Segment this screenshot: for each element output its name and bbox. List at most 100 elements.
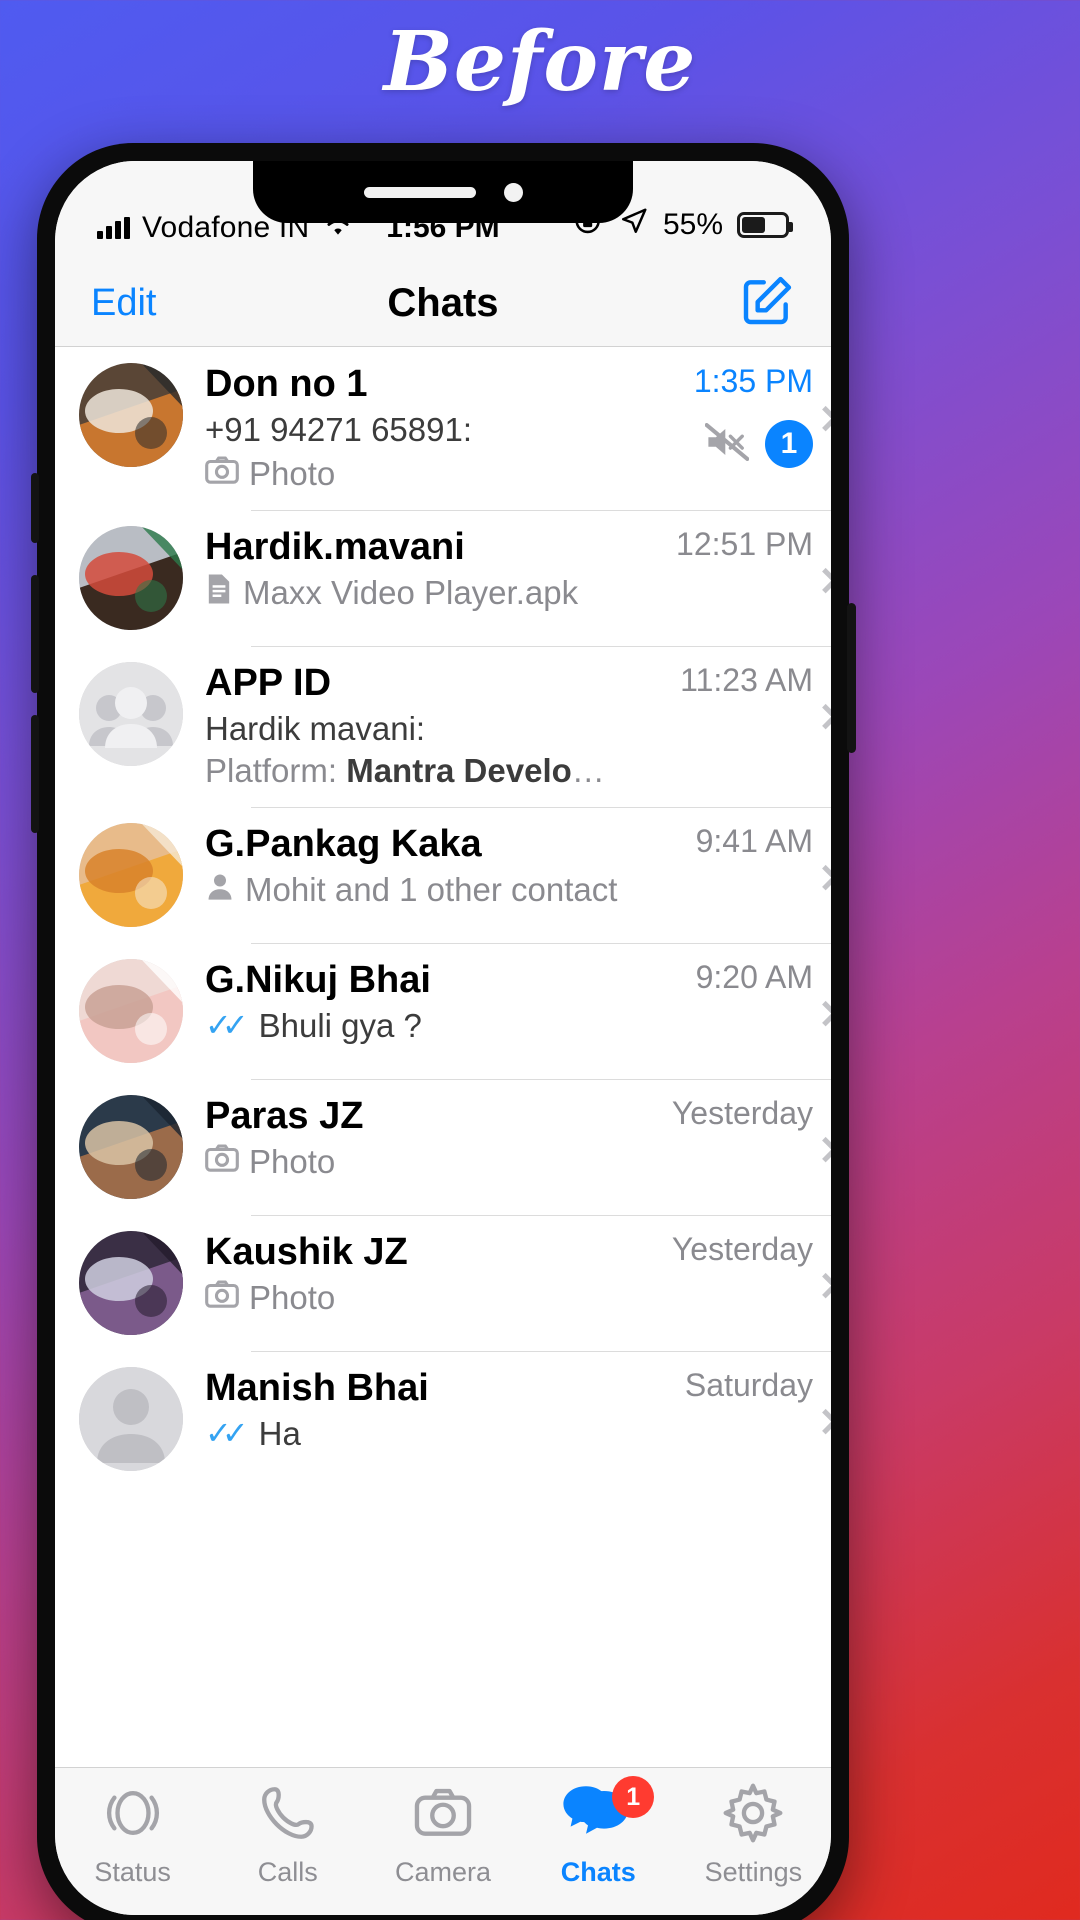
chevron-right-icon bbox=[812, 567, 831, 594]
chat-row[interactable]: APP ID Hardik mavani: Platform: Mantra De… bbox=[55, 646, 831, 807]
chat-timestamp: Yesterday bbox=[671, 1095, 813, 1132]
tab-label: Camera bbox=[394, 1857, 492, 1887]
chat-row-right: 1:35 PM 1 bbox=[631, 363, 831, 468]
chevron-right-icon bbox=[812, 405, 831, 431]
chevron-right-icon bbox=[812, 1273, 831, 1299]
chat-name: APP ID bbox=[205, 662, 332, 705]
notch bbox=[253, 161, 633, 223]
tab-status[interactable]: Status bbox=[55, 1782, 210, 1888]
chat-preview-text: Photo bbox=[249, 454, 336, 492]
chat-row-body: Manish Bhai ✓✓ Ha bbox=[205, 1367, 631, 1454]
avatar[interactable] bbox=[79, 363, 183, 467]
camera-icon bbox=[205, 1142, 239, 1182]
tab-label: Calls bbox=[257, 1857, 318, 1887]
chat-preview-line-1: ✓✓ Bhuli gya ? bbox=[205, 1006, 623, 1046]
chat-preview-line-2: Photo bbox=[205, 454, 623, 494]
volume-up-button[interactable] bbox=[31, 575, 39, 693]
chat-row-right: 12:51 PM bbox=[631, 526, 831, 630]
person-avatar-icon bbox=[79, 1367, 183, 1472]
chat-preview-line-1: Photo bbox=[205, 1278, 623, 1318]
chat-list[interactable]: Don no 1 +91 94271 65891: Photo 1:35 PM … bbox=[55, 347, 831, 1723]
chat-row[interactable]: Paras JZ Photo Yesterday bbox=[55, 1079, 831, 1215]
chat-timestamp: 12:51 PM bbox=[676, 526, 813, 563]
avatar[interactable] bbox=[79, 1231, 183, 1336]
edit-button[interactable]: Edit bbox=[91, 282, 156, 325]
chat-row-right: 11:23 AM bbox=[631, 662, 831, 766]
chat-preview-line-2: Platform: Mantra Developer - Playe… bbox=[205, 751, 623, 789]
chat-preview-line-1: +91 94271 65891: bbox=[205, 410, 623, 450]
chat-timestamp: Saturday bbox=[684, 1367, 813, 1404]
tab-calls[interactable]: Calls bbox=[210, 1782, 365, 1888]
avatar[interactable] bbox=[79, 662, 183, 767]
camera-icon bbox=[412, 1782, 474, 1849]
chat-row-body: Kaushik JZ Photo bbox=[205, 1231, 631, 1318]
contact-icon bbox=[205, 870, 235, 910]
tab-camera[interactable]: Camera bbox=[365, 1782, 520, 1888]
chat-preview-text: Photo bbox=[249, 1142, 336, 1180]
chat-timestamp: 9:41 AM bbox=[695, 823, 813, 860]
tab-bar[interactable]: Status Calls Camera Chats 1 Settings bbox=[55, 1767, 831, 1915]
chevron-right-icon bbox=[812, 703, 831, 730]
avatar[interactable] bbox=[79, 526, 183, 631]
earpiece-speaker bbox=[363, 186, 476, 198]
chat-row[interactable]: G.Nikuj Bhai ✓✓ Bhuli gya ? 9:20 AM bbox=[55, 943, 831, 1079]
tab-settings[interactable]: Settings bbox=[676, 1782, 831, 1888]
mute-icon bbox=[704, 422, 750, 466]
avatar[interactable] bbox=[79, 1367, 183, 1472]
battery-percent-label: 55% bbox=[662, 208, 723, 241]
avatar[interactable] bbox=[79, 823, 183, 928]
tab-badge: 1 bbox=[612, 1776, 655, 1818]
chat-preview-text: Bhuli gya ? bbox=[258, 1006, 422, 1044]
document-icon bbox=[208, 574, 230, 604]
page-title: Before bbox=[383, 14, 697, 110]
chevron-right-icon bbox=[812, 1001, 831, 1027]
avatar[interactable] bbox=[79, 1095, 183, 1200]
chat-timestamp: 11:23 AM bbox=[680, 662, 813, 699]
document-icon bbox=[205, 573, 233, 614]
chat-row-right: Yesterday bbox=[631, 1231, 831, 1335]
tab-chats[interactable]: Chats 1 bbox=[521, 1776, 676, 1888]
chat-row[interactable]: Don no 1 +91 94271 65891: Photo 1:35 PM … bbox=[55, 347, 831, 510]
chat-name: Manish Bhai bbox=[205, 1367, 429, 1410]
status-icon bbox=[102, 1782, 164, 1849]
chat-name: Don no 1 bbox=[205, 363, 368, 405]
phone-frame: Vodafone IN 1:56 PM 55% Edit Chats Don n… bbox=[31, 143, 856, 1920]
contact-photo bbox=[79, 363, 183, 467]
chat-name: G.Nikuj Bhai bbox=[205, 959, 431, 1002]
volume-down-button[interactable] bbox=[31, 715, 39, 833]
group-avatar-icon bbox=[79, 662, 183, 767]
chevron-right-icon bbox=[812, 1137, 831, 1163]
chat-row[interactable]: Manish Bhai ✓✓ Ha Saturday bbox=[55, 1351, 831, 1487]
contact-photo bbox=[79, 959, 183, 1064]
camera-icon bbox=[205, 1280, 239, 1308]
chat-row[interactable]: Hardik.mavani Maxx Video Player.apk 12:5… bbox=[55, 510, 831, 646]
chat-row[interactable]: G.Pankag Kaka Mohit and 1 other contact … bbox=[55, 807, 831, 943]
chat-preview-text: +91 94271 65891: bbox=[205, 410, 473, 448]
chat-row-body: Paras JZ Photo bbox=[205, 1095, 631, 1182]
chat-name: Kaushik JZ bbox=[205, 1231, 408, 1274]
mute-icon bbox=[704, 422, 750, 461]
avatar[interactable] bbox=[79, 959, 183, 1064]
chat-preview-line-1: ✓✓ Ha bbox=[205, 1414, 623, 1454]
chat-preview-text: Mohit and 1 other contact bbox=[245, 870, 618, 908]
contact-photo bbox=[79, 1095, 183, 1200]
read-receipt-icon: ✓✓ bbox=[205, 1007, 249, 1044]
compose-icon[interactable] bbox=[739, 273, 795, 334]
chat-row[interactable]: Kaushik JZ Photo Yesterday bbox=[55, 1215, 831, 1351]
chevron-right-icon bbox=[812, 1409, 831, 1435]
chat-preview-text: Photo bbox=[249, 1278, 336, 1316]
battery-icon bbox=[737, 212, 793, 238]
chat-preview-text: Maxx Video Player.apk bbox=[243, 574, 579, 612]
front-camera bbox=[503, 182, 523, 202]
contact-icon bbox=[208, 874, 232, 900]
signal-bars-icon bbox=[97, 217, 130, 239]
chat-preview-text: Ha bbox=[258, 1414, 301, 1452]
contact-photo bbox=[79, 823, 183, 928]
navigation-bar: Edit Chats bbox=[55, 261, 831, 347]
camera-icon bbox=[205, 454, 239, 494]
chat-row-body: G.Pankag Kaka Mohit and 1 other contact bbox=[205, 823, 631, 910]
read-receipt-icon: ✓✓ bbox=[205, 1415, 249, 1452]
gear-icon bbox=[722, 1782, 784, 1849]
chat-row-right: Yesterday bbox=[631, 1095, 831, 1199]
chat-name: Hardik.mavani bbox=[205, 526, 465, 569]
